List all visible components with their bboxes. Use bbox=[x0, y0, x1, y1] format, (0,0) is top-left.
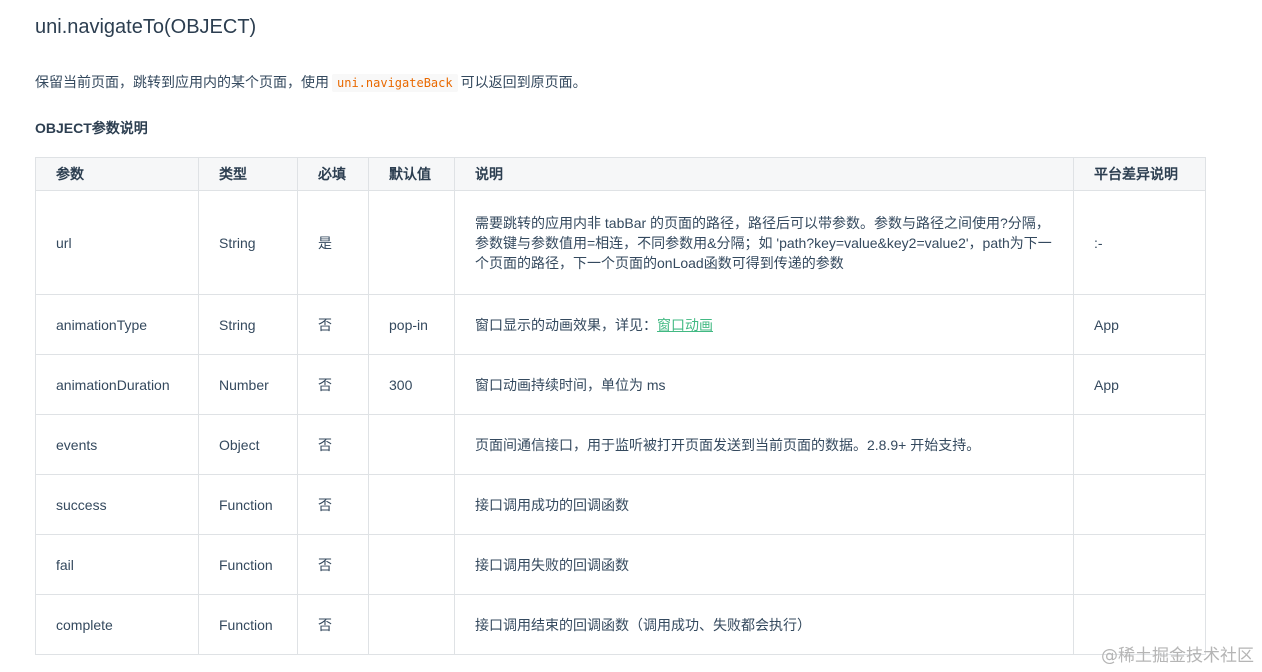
cell-platform: :- bbox=[1073, 190, 1206, 295]
cell-name: fail bbox=[35, 534, 199, 595]
cell-default: pop-in bbox=[368, 294, 455, 355]
cell-type: String bbox=[198, 190, 298, 295]
cell-name: events bbox=[35, 414, 199, 475]
cell-required: 否 bbox=[297, 294, 369, 355]
table-header-row: 参数 类型 必填 默认值 说明 平台差异说明 bbox=[35, 157, 1206, 191]
cell-default: 300 bbox=[368, 354, 455, 415]
window-animation-link[interactable]: 窗口动画 bbox=[657, 317, 713, 333]
header-default: 默认值 bbox=[368, 157, 455, 191]
cell-name: url bbox=[35, 190, 199, 295]
cell-platform bbox=[1073, 414, 1206, 475]
table-row: animationDuration Number 否 300 窗口动画持续时间，… bbox=[35, 354, 1206, 415]
intro-text-before: 保留当前页面，跳转到应用内的某个页面，使用 bbox=[35, 74, 329, 90]
table-row: complete Function 否 接口调用结束的回调函数（调用成功、失败都… bbox=[35, 594, 1206, 655]
cell-required: 否 bbox=[297, 354, 369, 415]
cell-default bbox=[368, 190, 455, 295]
cell-description: 需要跳转的应用内非 tabBar 的页面的路径，路径后可以带参数。参数与路径之间… bbox=[454, 190, 1074, 295]
cell-default bbox=[368, 594, 455, 655]
cell-name: success bbox=[35, 474, 199, 535]
cell-default bbox=[368, 534, 455, 595]
cell-platform bbox=[1073, 474, 1206, 535]
cell-type: Function bbox=[198, 474, 298, 535]
cell-platform: App bbox=[1073, 354, 1206, 415]
cell-description: 页面间通信接口，用于监听被打开页面发送到当前页面的数据。2.8.9+ 开始支持。 bbox=[454, 414, 1074, 475]
cell-name: animationType bbox=[35, 294, 199, 355]
cell-platform bbox=[1073, 534, 1206, 595]
cell-description: 接口调用失败的回调函数 bbox=[454, 534, 1074, 595]
cell-description: 窗口显示的动画效果，详见：窗口动画 bbox=[454, 294, 1074, 355]
header-required: 必填 bbox=[297, 157, 369, 191]
params-table: 参数 类型 必填 默认值 说明 平台差异说明 url String 是 需要跳转… bbox=[35, 157, 1206, 655]
cell-platform: App bbox=[1073, 294, 1206, 355]
cell-type: Function bbox=[198, 594, 298, 655]
cell-default bbox=[368, 414, 455, 475]
cell-type: String bbox=[198, 294, 298, 355]
cell-description-text: 窗口显示的动画效果，详见： bbox=[475, 316, 657, 333]
table-row: success Function 否 接口调用成功的回调函数 bbox=[35, 474, 1206, 535]
cell-description: 接口调用结束的回调函数（调用成功、失败都会执行） bbox=[454, 594, 1074, 655]
table-row: fail Function 否 接口调用失败的回调函数 bbox=[35, 534, 1206, 595]
cell-type: Number bbox=[198, 354, 298, 415]
cell-description: 窗口动画持续时间，单位为 ms bbox=[454, 354, 1074, 415]
cell-required: 否 bbox=[297, 594, 369, 655]
watermark: @稀土掘金技术社区 bbox=[1101, 646, 1254, 666]
cell-description: 接口调用成功的回调函数 bbox=[454, 474, 1074, 535]
table-row: animationType String 否 pop-in 窗口显示的动画效果，… bbox=[35, 294, 1206, 355]
cell-default bbox=[368, 474, 455, 535]
page-title: uni.navigateTo(OBJECT) bbox=[35, 16, 257, 38]
params-subheading: OBJECT参数说明 bbox=[35, 120, 148, 136]
cell-required: 是 bbox=[297, 190, 369, 295]
cell-name: animationDuration bbox=[35, 354, 199, 415]
cell-type: Function bbox=[198, 534, 298, 595]
header-param: 参数 bbox=[35, 157, 199, 191]
header-type: 类型 bbox=[198, 157, 298, 191]
cell-required: 否 bbox=[297, 474, 369, 535]
intro-paragraph: 保留当前页面，跳转到应用内的某个页面，使用 uni.navigateBack 可以返… bbox=[35, 72, 587, 93]
inline-code-navigateBack: uni.navigateBack bbox=[332, 74, 458, 92]
table-row: events Object 否 页面间通信接口，用于监听被打开页面发送到当前页面… bbox=[35, 414, 1206, 475]
table-row: url String 是 需要跳转的应用内非 tabBar 的页面的路径，路径后… bbox=[35, 190, 1206, 295]
cell-name: complete bbox=[35, 594, 199, 655]
intro-text-after: 可以返回到原页面。 bbox=[460, 74, 587, 90]
header-description: 说明 bbox=[454, 157, 1074, 191]
cell-required: 否 bbox=[297, 414, 369, 475]
header-platform: 平台差异说明 bbox=[1073, 157, 1206, 191]
cell-required: 否 bbox=[297, 534, 369, 595]
cell-type: Object bbox=[198, 414, 298, 475]
